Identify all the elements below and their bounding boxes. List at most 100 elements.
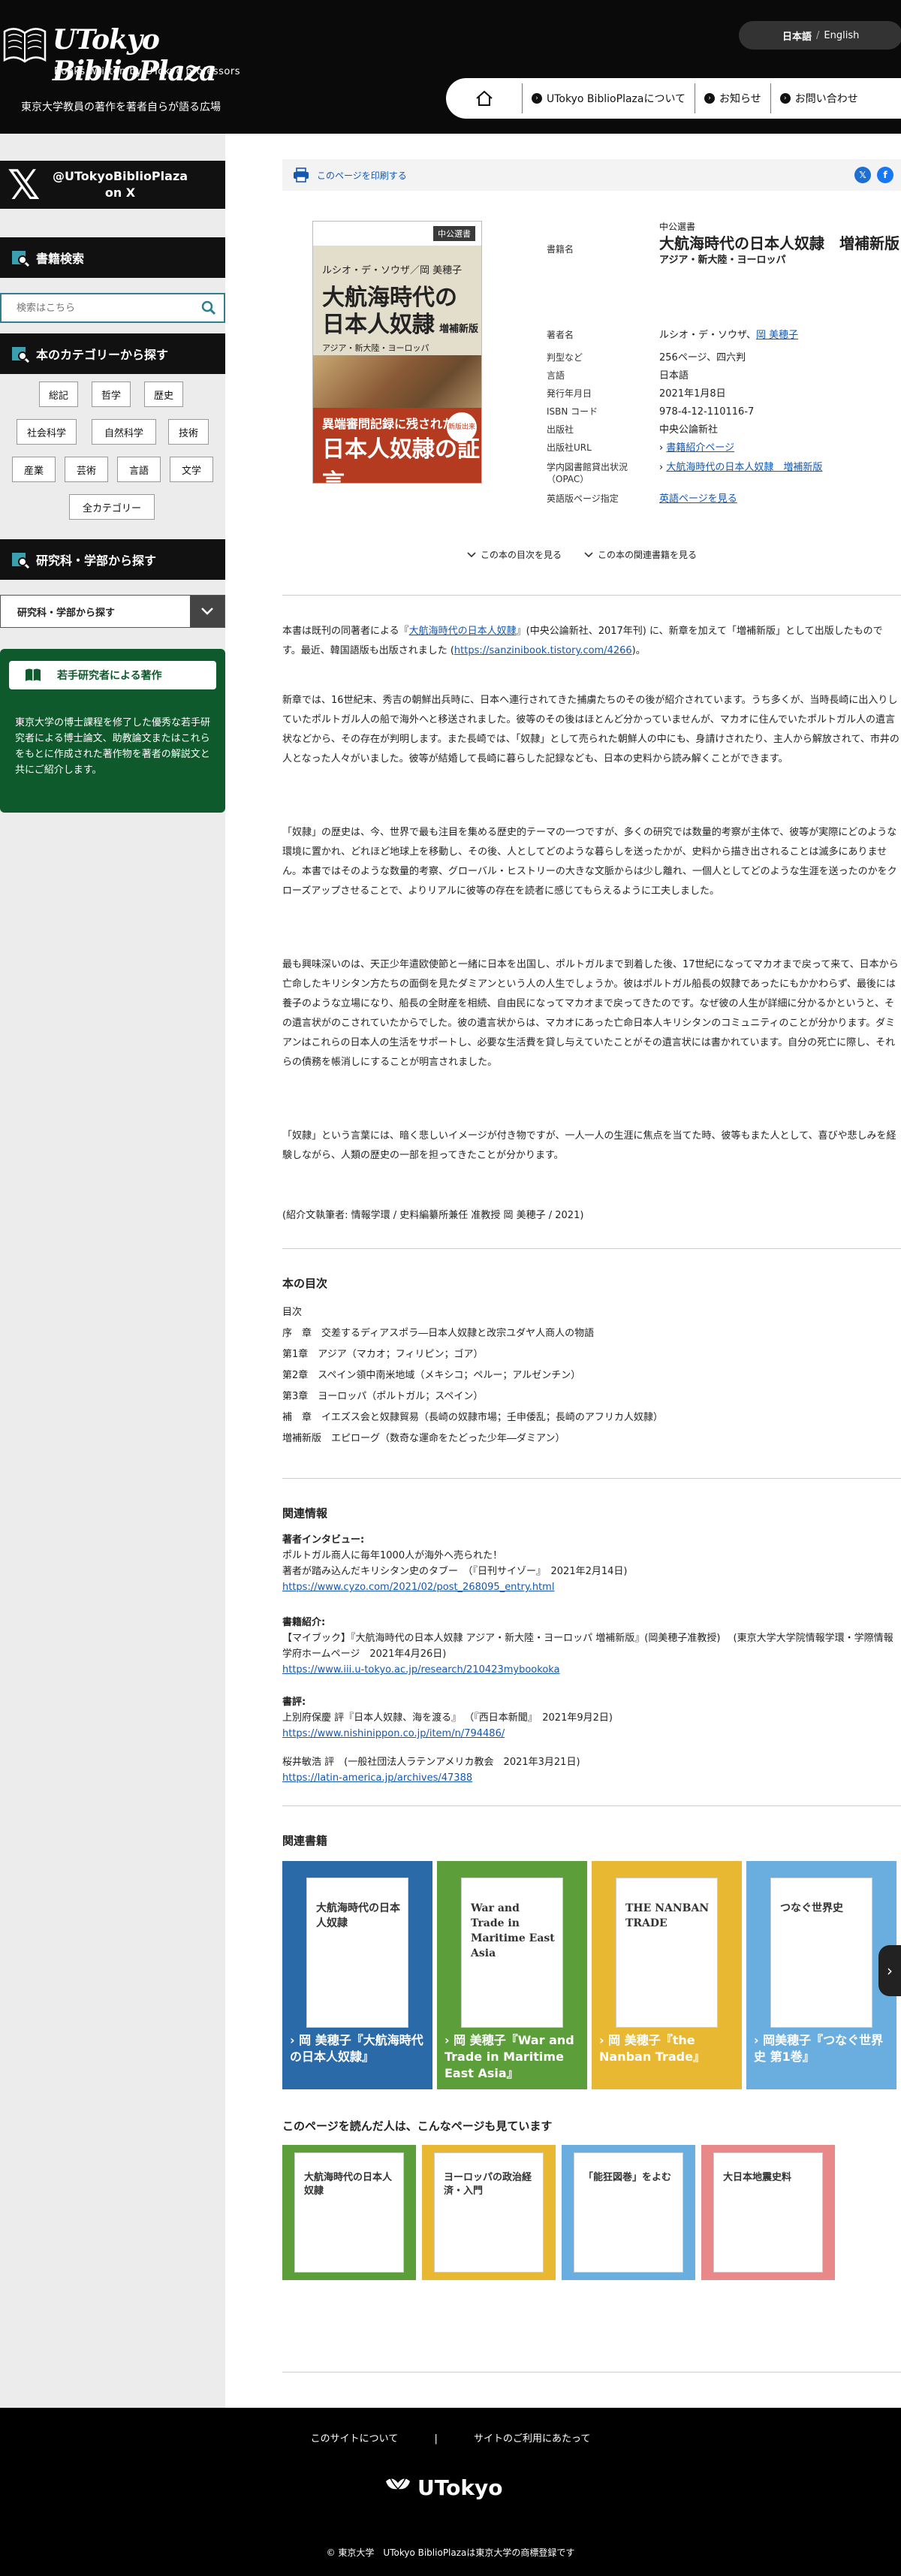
meta-link[interactable]: 大航海時代の日本人奴隷 増補新版 bbox=[666, 462, 822, 473]
article-paragraph: 「奴隷」という言葉には、暗く悲しいイメージが付き物ですが、一人一人の生涯に焦点を… bbox=[282, 1130, 896, 1161]
search-input[interactable] bbox=[2, 295, 194, 321]
also-viewed-card[interactable]: 「能狂図巻」をよむ bbox=[562, 2145, 695, 2280]
young-researchers-text: 東京大学の博士課程を修了した優秀な若手研究者による博士論文、助教論文またはこれら… bbox=[15, 717, 211, 776]
related-book-cover-title: THE NANBAN TRADE bbox=[625, 1902, 710, 1929]
category-technology[interactable]: 技術 bbox=[168, 419, 209, 445]
footer-terms-link[interactable]: サイトのご利用にあたって bbox=[474, 2433, 590, 2445]
category-industry[interactable]: 産業 bbox=[12, 457, 56, 482]
related-book-cover-title: 大航海時代の日本人奴隷 bbox=[316, 1902, 400, 1929]
lang-english[interactable]: English bbox=[824, 30, 859, 41]
footer-about-link[interactable]: このサイトについて bbox=[311, 2433, 399, 2445]
category-literature[interactable]: 文学 bbox=[170, 457, 213, 482]
meta-value: 日本語 bbox=[659, 370, 689, 382]
meta-label: 発行年月日 bbox=[547, 388, 592, 399]
divider bbox=[282, 595, 901, 596]
article-paragraph: 「奴隷」の歴史は、今、世界で最も注目を集める歴史的テーマの一つですが、多くの研究… bbox=[282, 827, 897, 897]
category-social-science[interactable]: 社会科学 bbox=[17, 419, 77, 445]
print-link[interactable]: このページを印刷する bbox=[317, 169, 407, 182]
chevron-down-icon bbox=[190, 596, 224, 627]
introduction-link[interactable]: https://www.iii.u-tokyo.ac.jp/research/2… bbox=[282, 1664, 560, 1676]
also-viewed-cover-title: 大航海時代の日本人奴隷 bbox=[304, 2172, 393, 2197]
chevron-right-icon: › bbox=[599, 2033, 609, 2047]
related-book-label: 岡 美穂子『大航海時代の日本人奴隷』 bbox=[290, 2033, 423, 2064]
meta-label: 著者名 bbox=[547, 330, 574, 340]
related-info-heading: 関連情報 bbox=[282, 1507, 328, 1520]
also-viewed-card[interactable]: ヨーロッパの政治経済・入門 bbox=[422, 2145, 556, 2280]
meta-link[interactable]: 英語ページを見る bbox=[659, 493, 737, 505]
meta-label: ISBN コード bbox=[547, 406, 598, 417]
related-info-introduction: 書籍紹介: 【マイブック】『大航海時代の日本人奴隷 アジア・新大陸・ヨーロッパ … bbox=[282, 1617, 893, 1676]
facebook-share-icon[interactable]: f bbox=[877, 167, 893, 183]
related-info-interview: 著者インタビュー: ポルトガル商人に毎年1000人が海外へ売られた！ 著者が踏み… bbox=[282, 1534, 628, 1593]
review-link-2[interactable]: https://latin-america.jp/archives/47388 bbox=[282, 1772, 472, 1784]
meta-book-title: 大航海時代の日本人奴隷 増補新版 bbox=[659, 234, 899, 252]
nav-news[interactable]: › お知らせ bbox=[695, 83, 771, 113]
related-book-card[interactable]: THE NANBAN TRADE › 岡 美穂子『the Nanban Trade… bbox=[592, 1861, 742, 2089]
book-link[interactable]: 大航海時代の日本人奴隷 bbox=[409, 626, 517, 637]
toc-item: 第2章 スペイン領中南米地域（メキシコ；ペルー；アルゼンチン） bbox=[282, 1370, 581, 1381]
korean-edition-link[interactable]: https://sanzinibook.tistory.com/4266 bbox=[454, 645, 632, 656]
search-box bbox=[0, 293, 225, 323]
also-viewed-card[interactable]: 大航海時代の日本人奴隷 bbox=[282, 2145, 416, 2280]
meta-value: 2021年1月8日 bbox=[659, 388, 726, 400]
cover-badge: 新版出来 bbox=[447, 412, 477, 442]
related-book-card[interactable]: つなぐ世界史 › 岡美穂子『つなぐ世界史 第1巻』 bbox=[746, 1861, 896, 2089]
also-viewed-list: 大航海時代の日本人奴隷 ヨーロッパの政治経済・入門 「能狂図巻」をよむ 大日本地震史料 bbox=[282, 2145, 901, 2280]
cover-subtitle: アジア・新大陸・ヨーロッパ bbox=[322, 343, 429, 353]
chevron-right-icon: › bbox=[779, 93, 791, 104]
logo-subtitle: Books written by UTokyo professors bbox=[54, 66, 240, 77]
search-button[interactable] bbox=[194, 300, 224, 315]
category-philosophy[interactable]: 哲学 bbox=[92, 382, 131, 407]
category-general[interactable]: 総記 bbox=[39, 382, 78, 407]
review-link[interactable]: https://www.nishinippon.co.jp/item/n/794… bbox=[282, 1728, 505, 1739]
category-heading: 本のカテゴリーから探す bbox=[0, 333, 225, 374]
interview-link[interactable]: https://www.cyzo.com/2021/02/post_268095… bbox=[282, 1582, 554, 1593]
meta-label: 英語版ページ指定 bbox=[547, 493, 619, 504]
site-logo[interactable]: UTokyo BiblioPlaza Books written by UTok… bbox=[0, 17, 270, 87]
nav-about[interactable]: › UTokyo BiblioPlazaについて bbox=[523, 83, 696, 113]
toc-heading: 本の目次 bbox=[282, 1277, 328, 1290]
related-book-label: 岡美穂子『つなぐ世界史 第1巻』 bbox=[754, 2033, 884, 2064]
related-book-card[interactable]: War and Trade in Maritime East Asia › 岡 美… bbox=[437, 1861, 587, 2089]
utokyo-logo[interactable]: UTokyo bbox=[383, 2472, 502, 2502]
chevron-right-icon: › bbox=[444, 2033, 454, 2047]
meta-label: 判型など bbox=[547, 352, 583, 363]
x-share-icon[interactable]: 𝕏 bbox=[854, 167, 871, 183]
related-book-card[interactable]: 大航海時代の日本人奴隷 › 岡 美穂子『大航海時代の日本人奴隷』 bbox=[282, 1861, 432, 2089]
related-book-cover-title: つなぐ世界史 bbox=[780, 1902, 843, 1914]
meta-value: 978-4-12-110116-7 bbox=[659, 406, 755, 418]
cover-band-line1: 異端審問記録に残された bbox=[322, 417, 455, 431]
also-viewed-cover-title: 大日本地震史料 bbox=[723, 2172, 792, 2183]
lang-separator: / bbox=[816, 29, 820, 41]
department-select[interactable]: 研究科・学部から探す bbox=[0, 595, 225, 628]
related-toggle[interactable]: この本の関連書籍を見る bbox=[584, 548, 697, 561]
copyright: © 東京大学 UTokyo BiblioPlazaは東京大学の商標登録です bbox=[326, 2547, 575, 2558]
logo-title: UTokyo BiblioPlaza bbox=[53, 24, 216, 87]
category-natural-science[interactable]: 自然科学 bbox=[92, 419, 156, 445]
author-link[interactable]: 岡 美穂子 bbox=[756, 330, 798, 341]
ginkgo-icon bbox=[386, 2478, 410, 2498]
nav-contact[interactable]: › お問い合わせ bbox=[771, 83, 867, 113]
meta-series: 中公選書 bbox=[659, 222, 696, 232]
divider bbox=[282, 1248, 901, 1249]
category-language[interactable]: 言語 bbox=[117, 457, 161, 482]
site-header: UTokyo BiblioPlaza Books written by UTok… bbox=[0, 0, 901, 134]
toc-toggle[interactable]: この本の目次を見る bbox=[467, 548, 562, 561]
site-tagline: 東京大学教員の著作を著者自らが語る広場 bbox=[21, 101, 221, 113]
carousel-next-button[interactable]: › bbox=[878, 1945, 901, 1996]
category-art[interactable]: 芸術 bbox=[65, 457, 108, 482]
toc-item: 序 章 交差するディアスポラ―日本人奴隷と改宗ユダヤ人商人の物語 bbox=[282, 1328, 595, 1339]
lang-japanese[interactable]: 日本語 bbox=[782, 29, 812, 43]
printer-icon bbox=[294, 167, 309, 182]
young-researchers-banner[interactable]: 若手研究者による著作 東京大学の博士課程を修了した優秀な若手研究者による博士論文… bbox=[0, 649, 225, 813]
home-button[interactable] bbox=[446, 83, 523, 113]
category-all[interactable]: 全カテゴリー bbox=[69, 494, 155, 520]
toc-list: 目次序 章 交差するディアスポラ―日本人奴隷と改宗ユダヤ人商人の物語 第1章 アジ… bbox=[282, 1302, 901, 1449]
x-account-button[interactable]: 𝕏 @UTokyoBiblioPlaza on X bbox=[0, 161, 225, 209]
meta-link[interactable]: 書籍紹介ページ bbox=[666, 442, 734, 454]
category-history[interactable]: 歴史 bbox=[144, 382, 183, 407]
chevron-down-icon bbox=[467, 551, 476, 557]
cover-title: 大航海時代の 日本人奴隷 増補新版 bbox=[322, 285, 479, 338]
also-viewed-card[interactable]: 大日本地震史料 bbox=[701, 2145, 835, 2280]
global-nav: › UTokyo BiblioPlazaについて › お知らせ › お問い合わせ bbox=[446, 78, 901, 119]
